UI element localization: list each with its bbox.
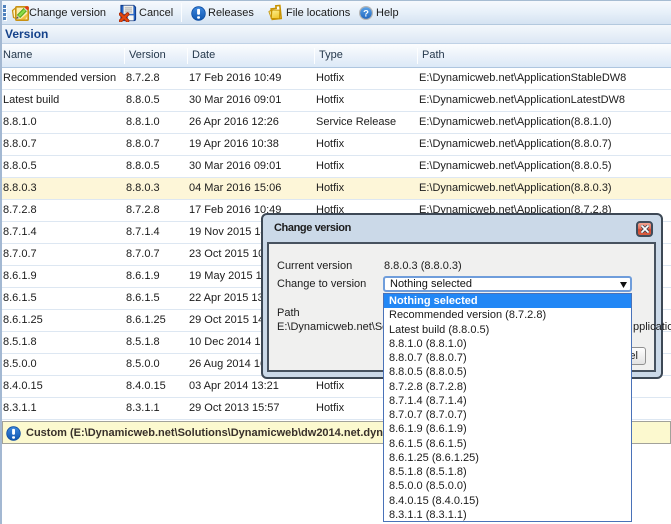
svg-text:?: ?	[363, 8, 369, 19]
